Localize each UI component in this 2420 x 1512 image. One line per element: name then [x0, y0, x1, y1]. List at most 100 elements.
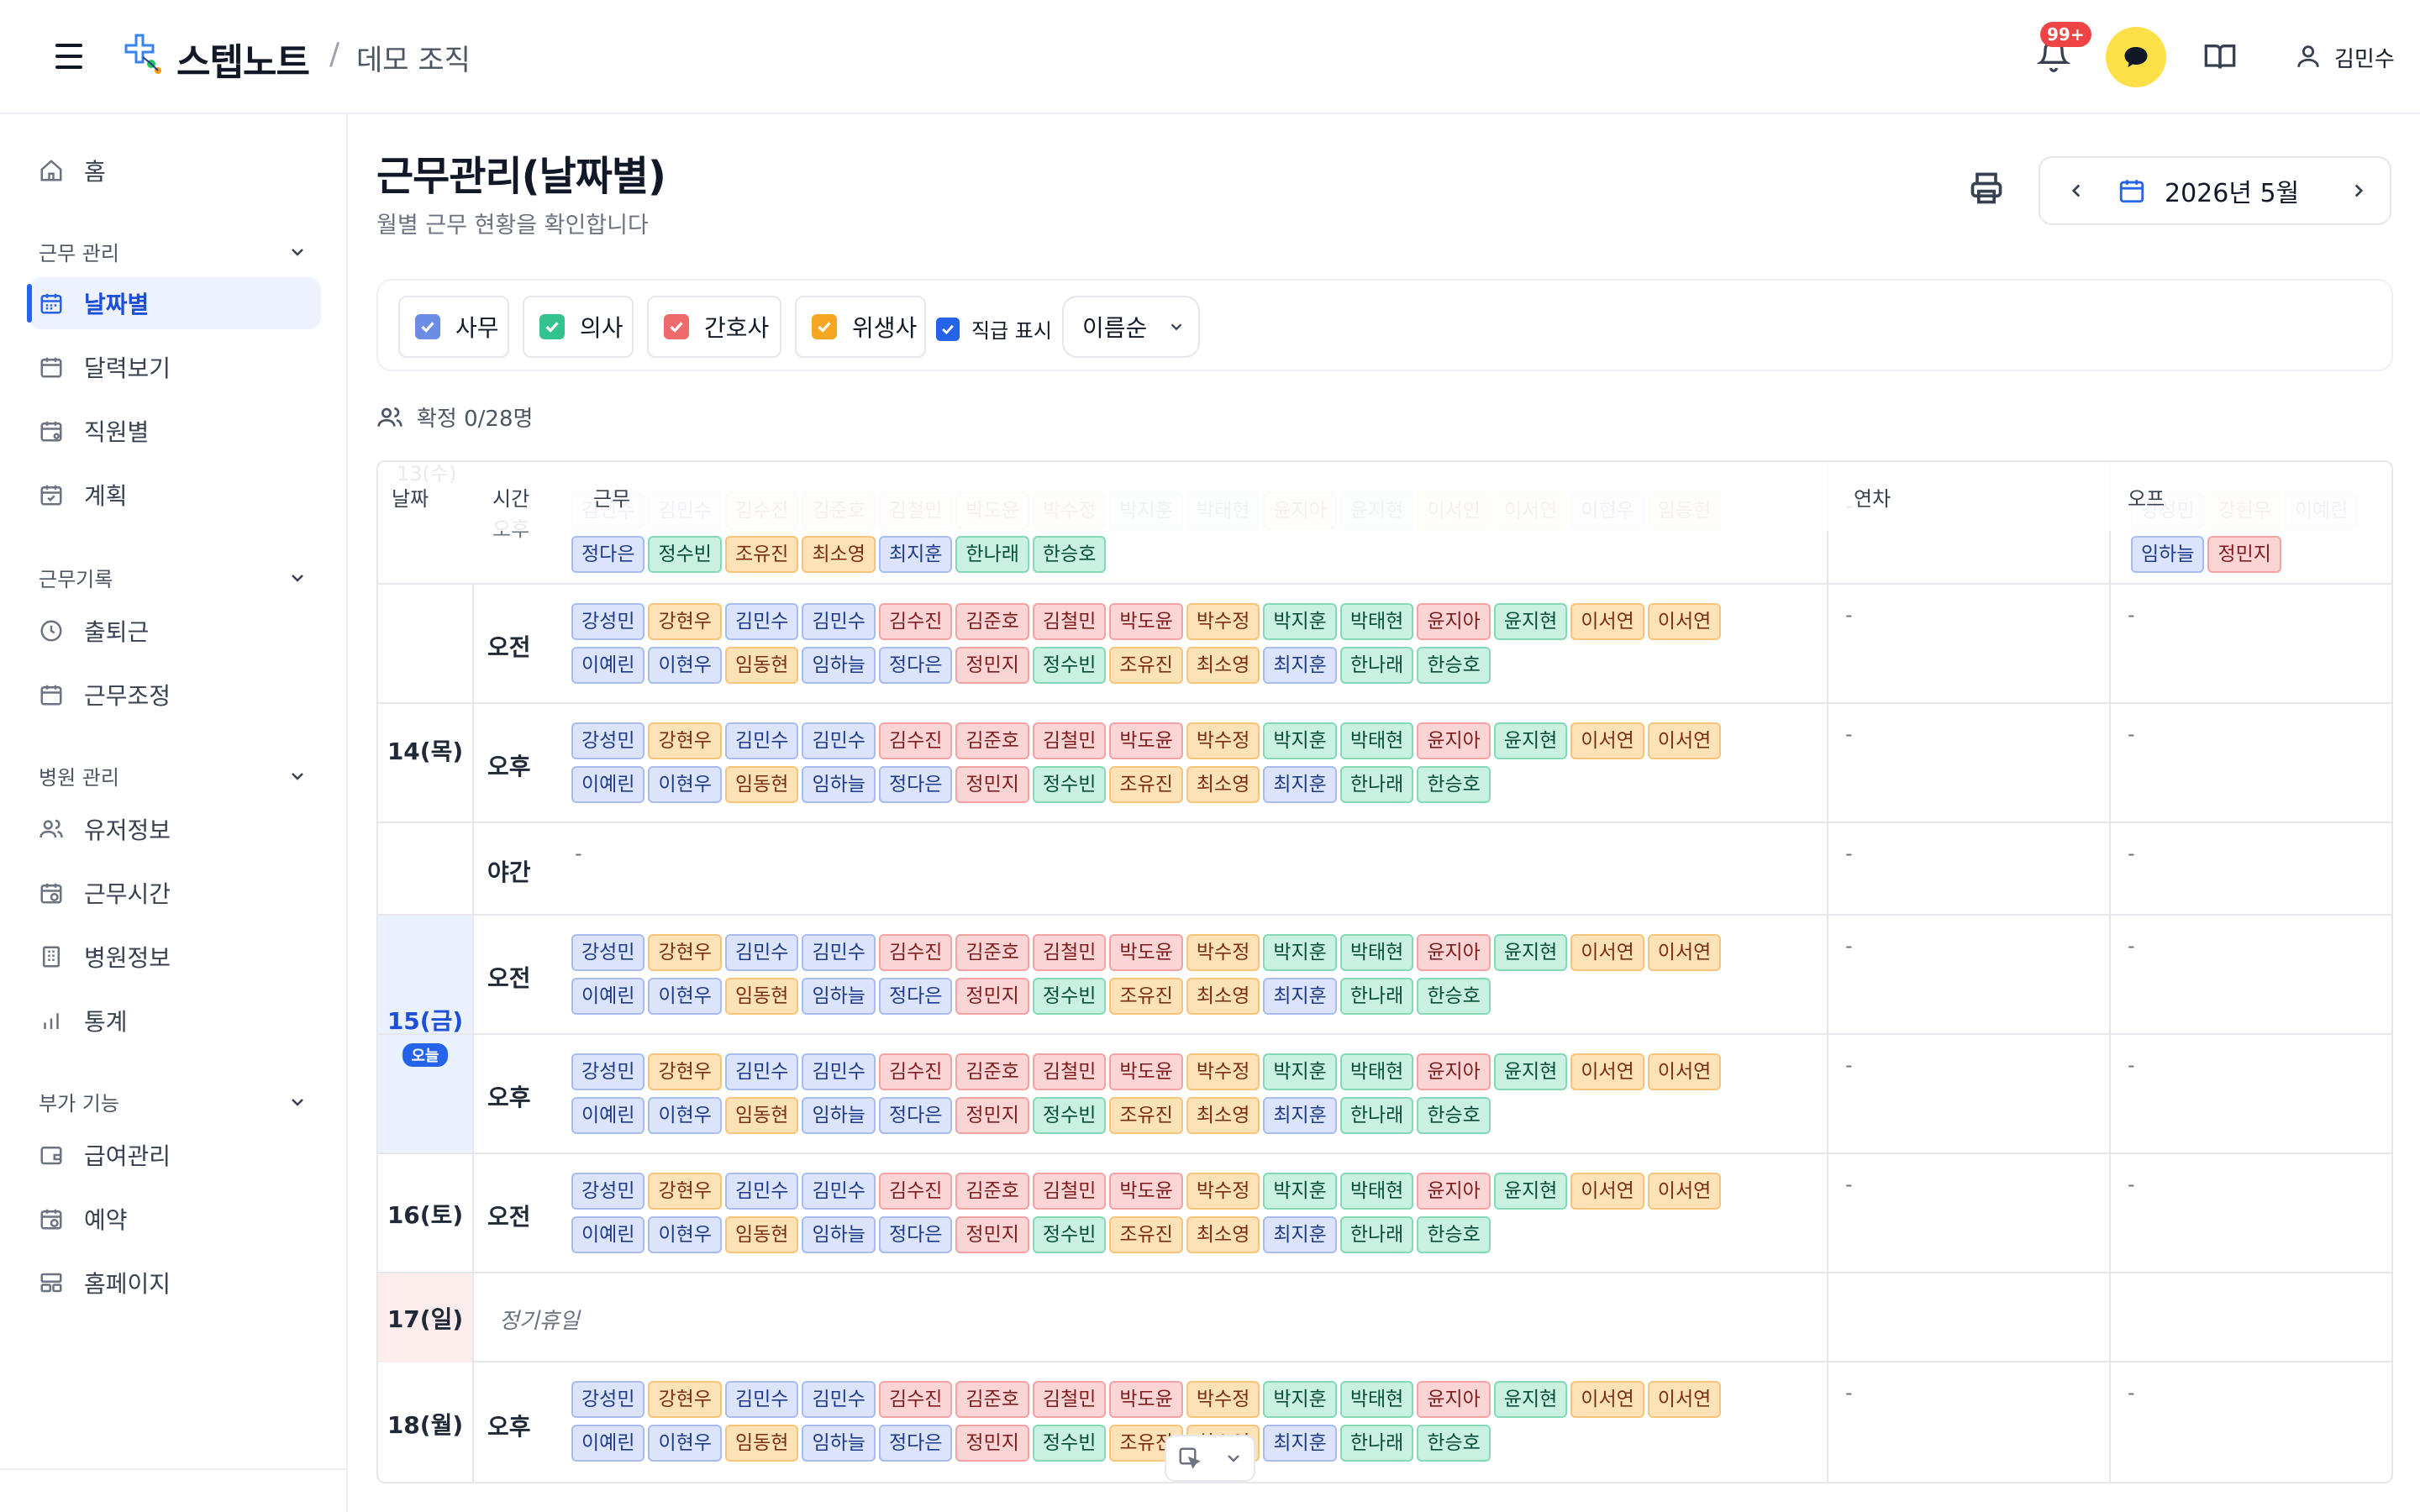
staff-tag[interactable]: 김준호 [955, 934, 1029, 971]
staff-tag[interactable]: 김철민 [1032, 603, 1107, 640]
staff-tag[interactable]: 김준호 [955, 1053, 1029, 1090]
staff-tag[interactable]: 이현우 [648, 978, 722, 1015]
staff-tag[interactable]: 박태현 [1339, 1173, 1414, 1210]
staff-tag[interactable]: 김철민 [1032, 1173, 1107, 1210]
staff-tag[interactable]: 윤지아 [1417, 603, 1491, 640]
staff-tag[interactable]: 최소영 [1186, 1097, 1260, 1134]
sidebar-item-reservation[interactable]: 예약 [29, 1193, 321, 1245]
sidebar-item-adjust[interactable]: 근무조정 [29, 669, 321, 721]
sidebar-item-calendar[interactable]: 달력보기 [29, 341, 321, 393]
month-picker[interactable]: 2026년 5월 [2039, 156, 2391, 225]
staff-tag[interactable]: 임동현 [724, 766, 799, 803]
show-rank-toggle[interactable]: 직급 표시 [936, 314, 1052, 344]
staff-tag[interactable]: 이서연 [1647, 1381, 1722, 1418]
staff-tag[interactable]: 김수진 [878, 603, 953, 640]
staff-tag[interactable]: 최소영 [1186, 647, 1260, 684]
staff-tag[interactable]: 최지훈 [1263, 766, 1337, 803]
staff-tag[interactable]: 김철민 [1032, 1053, 1107, 1090]
staff-tag[interactable]: 한승호 [1417, 978, 1491, 1015]
staff-tag[interactable]: 임하늘 [802, 1097, 876, 1134]
staff-tag[interactable]: 박수정 [1186, 1381, 1260, 1418]
sidebar-item-stats[interactable]: 통계 [29, 995, 321, 1047]
filter-hygienist[interactable]: 위생사 [795, 296, 926, 358]
user-icon[interactable] [2294, 42, 2323, 71]
staff-tag[interactable]: 김민수 [724, 1173, 799, 1210]
staff-tag[interactable]: 윤지아 [1417, 1173, 1491, 1210]
staff-tag[interactable]: 이예린 [571, 1097, 645, 1134]
staff-tag[interactable]: 박수정 [1186, 934, 1260, 971]
staff-tag[interactable]: 정민지 [955, 1097, 1029, 1134]
org-name[interactable]: 데모 조직 [356, 37, 471, 78]
staff-tag[interactable]: 정민지 [955, 1216, 1029, 1253]
staff-tag[interactable]: 정다은 [571, 536, 645, 573]
staff-tag[interactable]: 이예린 [571, 766, 645, 803]
staff-tag[interactable]: 강성민 [571, 934, 645, 971]
staff-tag[interactable]: 김민수 [724, 1381, 799, 1418]
staff-tag[interactable]: 윤지현 [1493, 603, 1568, 640]
staff-tag[interactable]: 임동현 [724, 978, 799, 1015]
sidebar-item-payroll[interactable]: 급여관리 [29, 1129, 321, 1181]
staff-tag[interactable]: 정다은 [878, 1425, 953, 1462]
staff-tag[interactable]: 최지훈 [1263, 1425, 1337, 1462]
staff-tag[interactable]: 박도윤 [1109, 1381, 1183, 1418]
staff-tag[interactable]: 한승호 [1417, 1425, 1491, 1462]
staff-tag[interactable]: 정다은 [878, 1216, 953, 1253]
staff-tag[interactable]: 이예린 [571, 1216, 645, 1253]
sidebar-item-by-staff[interactable]: 직원별 [29, 405, 321, 457]
staff-tag[interactable]: 정다은 [878, 647, 953, 684]
staff-tag[interactable]: 박도윤 [1109, 1053, 1183, 1090]
staff-tag[interactable]: 이현우 [648, 766, 722, 803]
sort-select[interactable]: 이름순 [1062, 296, 1200, 358]
staff-tag[interactable]: 정수빈 [1032, 1216, 1107, 1253]
staff-tag[interactable]: 정다은 [878, 766, 953, 803]
sidebar-section-work[interactable]: 근무 관리 [39, 237, 308, 266]
staff-tag[interactable]: 이서연 [1570, 722, 1644, 759]
staff-tag[interactable]: 임동현 [724, 1216, 799, 1253]
staff-tag[interactable]: 정민지 [955, 647, 1029, 684]
staff-tag[interactable]: 임하늘 [802, 1216, 876, 1253]
staff-tag[interactable]: 이예린 [571, 1425, 645, 1462]
staff-tag[interactable]: 강현우 [648, 722, 722, 759]
chevron-right-icon[interactable] [2348, 180, 2370, 202]
staff-tag[interactable]: 최지훈 [1263, 1097, 1337, 1134]
staff-tag[interactable]: 정다은 [878, 1097, 953, 1134]
staff-tag[interactable]: 조유진 [1109, 978, 1183, 1015]
staff-tag[interactable]: 임하늘 [802, 766, 876, 803]
staff-tag[interactable]: 박태현 [1339, 1381, 1414, 1418]
staff-tag[interactable]: 박도윤 [1109, 722, 1183, 759]
staff-tag[interactable]: 김민수 [802, 603, 876, 640]
staff-tag[interactable]: 이서연 [1647, 603, 1722, 640]
staff-tag[interactable]: 정민지 [2207, 536, 2281, 573]
book-icon[interactable] [2203, 40, 2237, 74]
brand-name[interactable]: 스텝노트 [176, 32, 310, 86]
staff-tag[interactable]: 강성민 [571, 1053, 645, 1090]
staff-tag[interactable]: 김수진 [878, 934, 953, 971]
staff-tag[interactable]: 윤지현 [1493, 934, 1568, 971]
staff-tag[interactable]: 김수진 [878, 1173, 953, 1210]
staff-tag[interactable]: 한나래 [1339, 647, 1414, 684]
staff-tag[interactable]: 이서연 [1647, 1173, 1722, 1210]
staff-tag[interactable]: 최소영 [1186, 1216, 1260, 1253]
staff-tag[interactable]: 김민수 [724, 1053, 799, 1090]
staff-tag[interactable]: 김준호 [955, 1173, 1029, 1210]
staff-tag[interactable]: 한나래 [1339, 766, 1414, 803]
staff-tag[interactable]: 임하늘 [802, 647, 876, 684]
staff-tag[interactable]: 임동현 [724, 647, 799, 684]
sidebar-item-plan[interactable]: 계획 [29, 469, 321, 521]
staff-tag[interactable]: 박지훈 [1263, 722, 1337, 759]
staff-tag[interactable]: 박지훈 [1263, 1381, 1337, 1418]
staff-tag[interactable]: 정수빈 [1032, 766, 1107, 803]
staff-tag[interactable]: 박태현 [1339, 722, 1414, 759]
staff-tag[interactable]: 한승호 [1417, 647, 1491, 684]
sidebar-section-hospital[interactable]: 병원 관리 [39, 761, 308, 790]
sidebar-item-work-time[interactable]: 근무시간 [29, 867, 321, 919]
staff-tag[interactable]: 김준호 [955, 722, 1029, 759]
staff-tag[interactable]: 한나래 [1339, 1216, 1414, 1253]
staff-tag[interactable]: 윤지아 [1417, 722, 1491, 759]
filter-nurse[interactable]: 간호사 [647, 296, 781, 358]
cursor-icon[interactable] [1177, 1446, 1202, 1471]
staff-tag[interactable]: 박지훈 [1263, 603, 1337, 640]
staff-tag[interactable]: 김민수 [724, 603, 799, 640]
staff-tag[interactable]: 한나래 [1339, 978, 1414, 1015]
staff-tag[interactable]: 박수정 [1186, 1173, 1260, 1210]
